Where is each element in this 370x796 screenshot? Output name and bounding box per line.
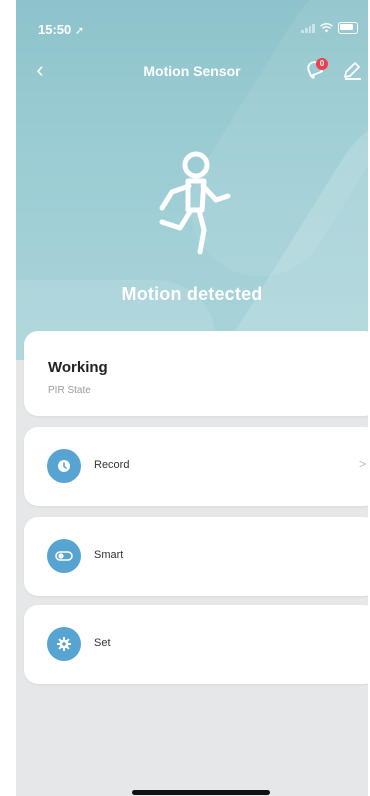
gear-icon bbox=[57, 637, 71, 651]
pencil-icon bbox=[344, 62, 361, 80]
location-arrow-icon: ➚ bbox=[74, 25, 85, 37]
record-icon-circle bbox=[47, 449, 81, 483]
wifi-icon bbox=[320, 23, 333, 33]
menu-label-smart: Smart bbox=[94, 549, 124, 561]
notification-button[interactable]: 0 bbox=[302, 56, 330, 84]
hero-banner: 15:50 ➚ ‹ Motion Sensor 0 Motion detecte… bbox=[16, 0, 368, 360]
set-icon-circle bbox=[47, 627, 81, 661]
app-screen: 15:50 ➚ ‹ Motion Sensor 0 Motion detecte… bbox=[16, 0, 368, 796]
pir-state-card: Working PIR State bbox=[24, 331, 368, 416]
motion-status: Motion detected bbox=[121, 284, 263, 304]
toggle-icon bbox=[55, 551, 73, 561]
status-bar: 15:50 ➚ bbox=[16, 0, 368, 44]
state-value: Working bbox=[48, 359, 108, 376]
header: ‹ Motion Sensor 0 bbox=[16, 50, 368, 90]
menu-label-record: Record bbox=[94, 459, 130, 471]
menu-item-set[interactable]: Set bbox=[24, 605, 368, 684]
notification-badge: 0 bbox=[316, 58, 328, 70]
person-running-icon bbox=[159, 151, 231, 255]
clock-text: 15:50 bbox=[38, 22, 72, 37]
battery-icon bbox=[338, 22, 358, 34]
status-indicators bbox=[301, 22, 358, 34]
edit-button[interactable] bbox=[340, 58, 364, 82]
status-time: 15:50 ➚ bbox=[38, 22, 84, 37]
chevron-right-icon: > bbox=[358, 457, 366, 471]
signal-icon bbox=[301, 23, 315, 33]
menu-item-smart[interactable]: Smart bbox=[24, 517, 368, 596]
smart-icon-circle bbox=[47, 539, 81, 573]
home-indicator[interactable] bbox=[132, 790, 270, 795]
clock-icon bbox=[58, 460, 70, 472]
state-label: PIR State bbox=[48, 385, 91, 396]
menu-label-set: Set bbox=[94, 637, 111, 649]
menu-item-record[interactable]: Record > bbox=[24, 427, 368, 506]
